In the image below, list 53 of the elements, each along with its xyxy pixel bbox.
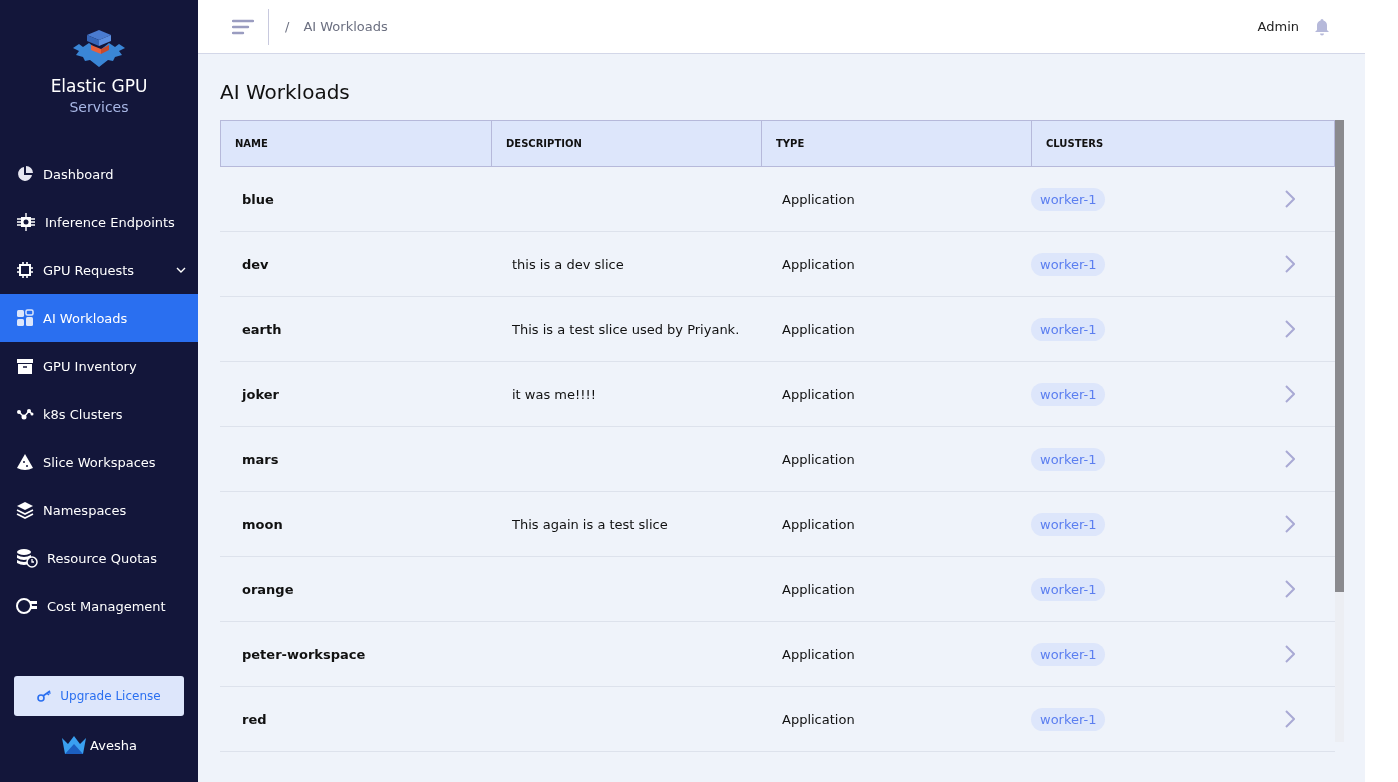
sidebar-item[interactable]: Dashboard: [0, 150, 198, 198]
brand-title: Elastic GPU: [50, 76, 148, 96]
cluster-tag: worker-1: [1031, 187, 1106, 211]
sidebar-item[interactable]: Namespaces: [0, 486, 198, 534]
name-cell-text: moon: [241, 516, 284, 532]
type-cell-text: Application: [781, 191, 856, 207]
column-header: TYPE: [761, 121, 1031, 166]
name-cell-text: red: [241, 711, 268, 727]
sidebar-item[interactable]: k8s Clusters: [0, 390, 198, 438]
name-cell-text: blue: [241, 191, 275, 207]
column-header: DESCRIPTION: [491, 121, 761, 166]
sidebar-item[interactable]: AI Workloads: [0, 294, 198, 342]
type-cell-text: Application: [781, 711, 856, 727]
breadcrumb-link[interactable]: AI Workloads: [303, 19, 388, 34]
type-cell-text: Application: [781, 321, 856, 337]
sidebar-item[interactable]: Slice Workspaces: [0, 438, 198, 486]
type-cell-text: Application: [781, 451, 856, 467]
cluster-tag: worker-1: [1031, 252, 1106, 276]
type-cell-text: Application: [781, 581, 856, 597]
cluster-tag: worker-1: [1031, 642, 1106, 666]
column-header: NAME: [234, 137, 269, 151]
cluster-tag: worker-1: [1031, 447, 1106, 471]
footer-logo-text: Avesha: [90, 737, 137, 753]
user-name[interactable]: Admin: [1257, 19, 1299, 34]
cluster-tag: worker-1: [1031, 317, 1106, 341]
sidebar-item[interactable]: Resource Quotas: [0, 534, 198, 582]
sidebar-item[interactable]: Cost Management: [0, 582, 198, 630]
cluster-tag: worker-1: [1031, 577, 1106, 601]
name-cell-text: orange: [241, 581, 295, 597]
column-header: CLUSTERS: [1031, 121, 1334, 166]
name-cell-text: earth: [241, 321, 283, 337]
name-cell-text: peter-workspace: [241, 646, 367, 662]
name-cell-text: joker: [240, 386, 280, 402]
description-cell-text: this is a dev slice: [511, 256, 625, 272]
type-cell-text: Application: [781, 646, 856, 662]
type-cell-text: Application: [781, 516, 856, 532]
breadcrumb-separator: /: [285, 19, 290, 34]
description-cell-text: it was me!!!!: [511, 386, 597, 402]
name-cell-text: dev: [241, 256, 270, 272]
cluster-tag: worker-1: [1031, 707, 1106, 731]
sidebar-item[interactable]: Inference Endpoints: [0, 198, 198, 246]
sidebar-item[interactable]: GPU Requests: [0, 246, 198, 294]
description-cell-text: This is a test slice used by Priyank.: [511, 321, 741, 337]
cluster-tag: worker-1: [1031, 512, 1106, 536]
sidebar-item[interactable]: GPU Inventory: [0, 342, 198, 390]
type-cell-text: Application: [781, 386, 856, 402]
page-title: AI Workloads: [220, 80, 351, 104]
description-cell-text: This again is a test slice: [511, 516, 669, 532]
upgrade-license-button[interactable]: Upgrade License: [14, 676, 184, 716]
cluster-tag: worker-1: [1031, 382, 1106, 406]
brand-subtitle: Services: [69, 99, 129, 115]
type-cell-text: Application: [781, 256, 856, 272]
name-cell-text: mars: [241, 451, 280, 467]
